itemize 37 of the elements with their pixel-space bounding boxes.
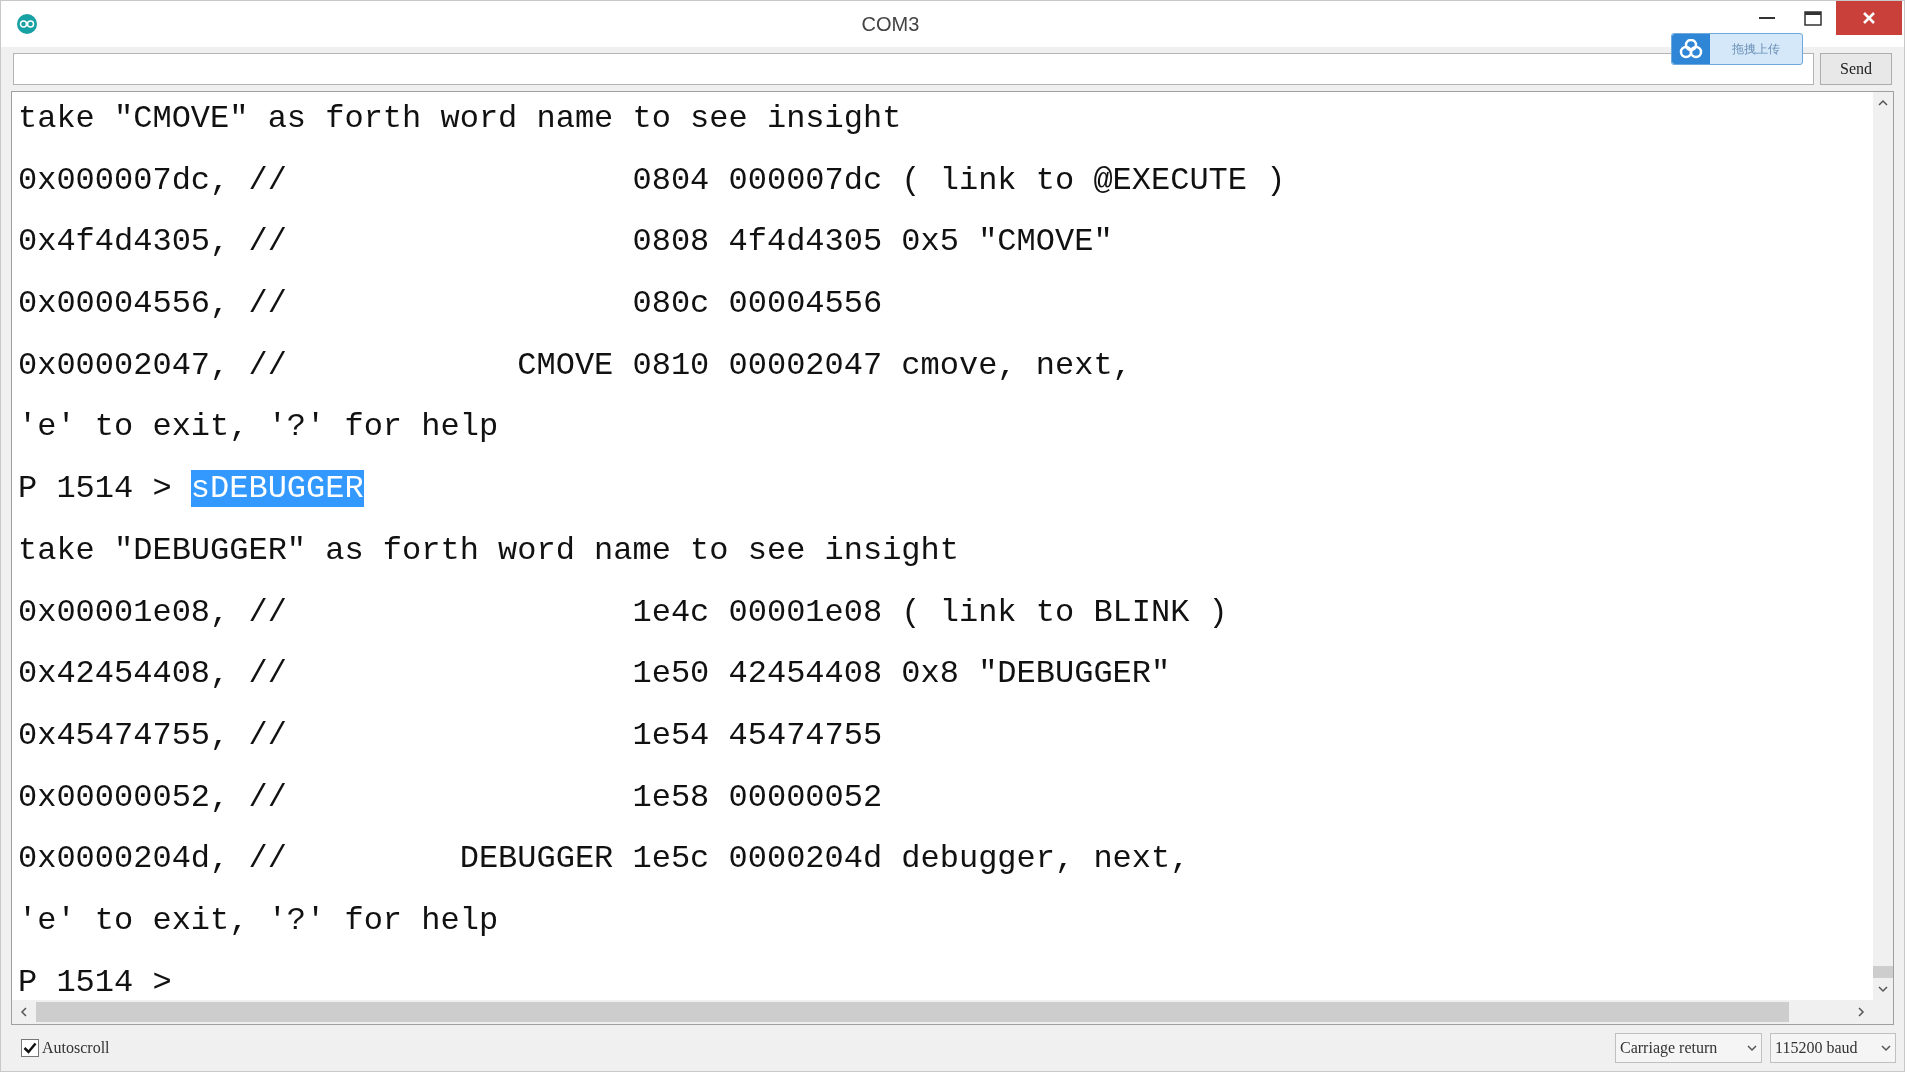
output-line: P 1514 > [18, 470, 173, 508]
output-line: 0x00000052, // 1e58 00000052 [18, 778, 883, 816]
baud-rate-dropdown[interactable]: 115200 baud [1770, 1033, 1896, 1063]
autoscroll-checkbox[interactable] [21, 1039, 39, 1057]
vertical-scrollbar-thumb[interactable] [1873, 966, 1893, 978]
close-icon [1862, 11, 1876, 25]
maximize-icon [1804, 10, 1822, 26]
close-button[interactable] [1836, 1, 1902, 35]
line-ending-dropdown[interactable]: Carriage return [1615, 1033, 1762, 1063]
output-line: 0x000007dc, // 0804 000007dc ( link to @EXECUTE ) [18, 161, 1286, 199]
output-line: 0x42454408, // 1e50 42454408 0x8 "DEBUGGER" [18, 655, 1171, 693]
output-line: 0x00004556, // 080c 00004556 [18, 285, 883, 323]
output-line: take "CMOVE" as forth word name to see insight [18, 100, 902, 137]
chevron-right-icon [1857, 1007, 1865, 1017]
cloud-icon [1678, 39, 1704, 59]
output-line: take "DEBUGGER" as forth word name to see insight [18, 531, 959, 569]
output-line: 0x45474755, // 1e54 45474755 [18, 716, 883, 754]
chevron-up-icon [1878, 99, 1888, 107]
output-line: 0x00002047, // CMOVE 0810 00002047 cmove, next, [18, 346, 1132, 384]
caret-icon [1881, 1044, 1891, 1052]
chevron-left-icon [20, 1007, 28, 1017]
caret-icon [1747, 1044, 1757, 1052]
output-line: 0x4f4d4305, // 0808 4f4d4305 0x5 "CMOVE" [18, 223, 1113, 261]
window-title: COM3 [861, 12, 920, 37]
send-input-field[interactable] [13, 53, 1814, 85]
selected-text: sDEBUGGER [190, 470, 364, 508]
output-line: 'e' to exit, '?' for help [18, 901, 499, 939]
output-line: P 1514 > [18, 963, 172, 1000]
output-line: 0x0000204d, // DEBUGGER 1e5c 0000204d debugger, next, [18, 840, 1190, 878]
output-line: 0x00001e08, // 1e4c 00001e08 ( link to BLINK ) [18, 593, 1228, 631]
send-button[interactable]: Send [1820, 53, 1892, 85]
app-logo-icon [17, 14, 37, 34]
horizontal-scrollbar-thumb[interactable] [36, 1002, 1789, 1022]
minimize-icon [1759, 16, 1775, 20]
output-line: 'e' to exit, '?' for help [18, 408, 499, 446]
autoscroll-label: Autoscroll [42, 1038, 110, 1058]
chevron-down-icon [1878, 985, 1888, 993]
